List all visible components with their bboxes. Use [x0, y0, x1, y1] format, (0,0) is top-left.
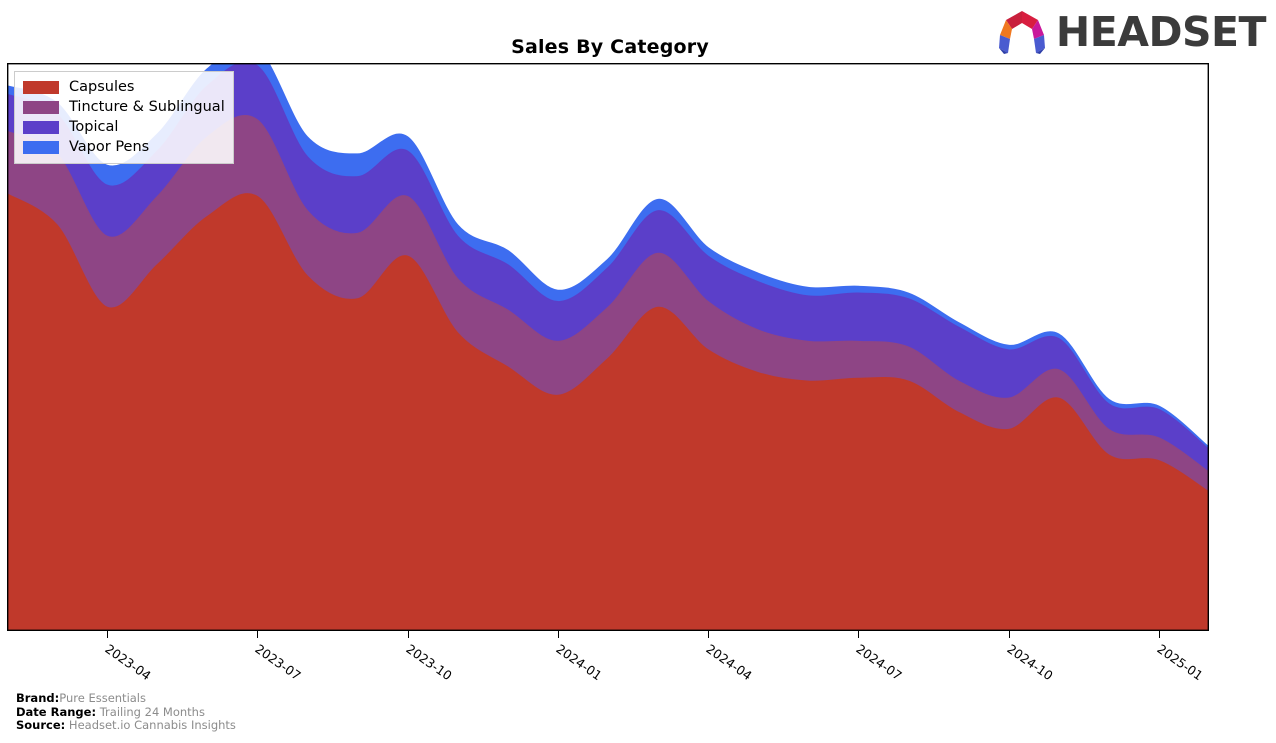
- legend-label-topical: Topical: [69, 118, 119, 135]
- legend-swatch-topical: [23, 120, 59, 134]
- x-tick-label: 2025-01: [1154, 641, 1206, 684]
- footer-key-brand: Brand:: [16, 691, 60, 705]
- legend-label-capsules: Capsules: [69, 78, 135, 95]
- x-tick-label: 2023-10: [403, 641, 455, 684]
- x-tick-label: 2024-04: [703, 641, 755, 684]
- legend-label-vapor-pens: Vapor Pens: [69, 138, 150, 155]
- footer-value-date-range: Trailing 24 Months: [99, 704, 205, 719]
- footer-value-brand: Pure Essentials: [59, 691, 146, 705]
- x-tick-mark: [557, 631, 559, 638]
- legend-label-tincture-sublingual: Tincture & Sublingual: [69, 98, 225, 115]
- footer-key-date-range: Date Range:: [16, 704, 97, 719]
- legend-item[interactable]: Vapor Pens: [23, 137, 225, 157]
- x-tick-label: 2023-07: [252, 641, 305, 684]
- x-tick-label: 2024-01: [553, 641, 605, 684]
- footer-value-source: Headset.io Cannabis Insights: [68, 718, 236, 733]
- footer-key-source: Source:: [16, 718, 66, 733]
- x-tick-mark: [257, 631, 259, 638]
- x-tick-mark: [858, 631, 860, 638]
- x-tick-label: 2024-07: [853, 641, 906, 684]
- legend-swatch-tincture-sublingual: [23, 100, 59, 114]
- x-tick-mark: [1008, 631, 1010, 638]
- x-tick-mark: [407, 631, 409, 638]
- footer-row-date-range: Date Range: Trailing 24 Months: [16, 704, 236, 720]
- chart-legend: Capsules Tincture & Sublingual Topical V…: [14, 71, 234, 164]
- chart-footer: Brand:Pure Essentials Date Range: Traili…: [16, 691, 236, 733]
- x-tick-label: 2024-10: [1004, 641, 1056, 684]
- x-tick-mark: [1158, 631, 1160, 638]
- x-tick-label: 2023-04: [102, 641, 154, 684]
- logo-wordmark: HEADSET: [1055, 7, 1267, 56]
- x-tick-mark: [107, 631, 109, 638]
- x-tick-mark: [708, 631, 710, 638]
- legend-item[interactable]: Capsules: [23, 77, 225, 97]
- headset-logo: HEADSET: [994, 7, 1267, 56]
- legend-item[interactable]: Topical: [23, 117, 225, 137]
- x-axis: 2023-04 2023-07 2023-10 2024-01 2024-04 2024-…: [0, 631, 1276, 701]
- legend-swatch-capsules: [23, 80, 59, 94]
- footer-row-source: Source: Headset.io Cannabis Insights: [16, 718, 236, 733]
- legend-item[interactable]: Tincture & Sublingual: [23, 97, 225, 117]
- headset-arch-logo-icon: [998, 11, 1045, 54]
- legend-swatch-vapor-pens: [23, 140, 59, 154]
- footer-row-brand: Brand:Pure Essentials: [16, 691, 236, 706]
